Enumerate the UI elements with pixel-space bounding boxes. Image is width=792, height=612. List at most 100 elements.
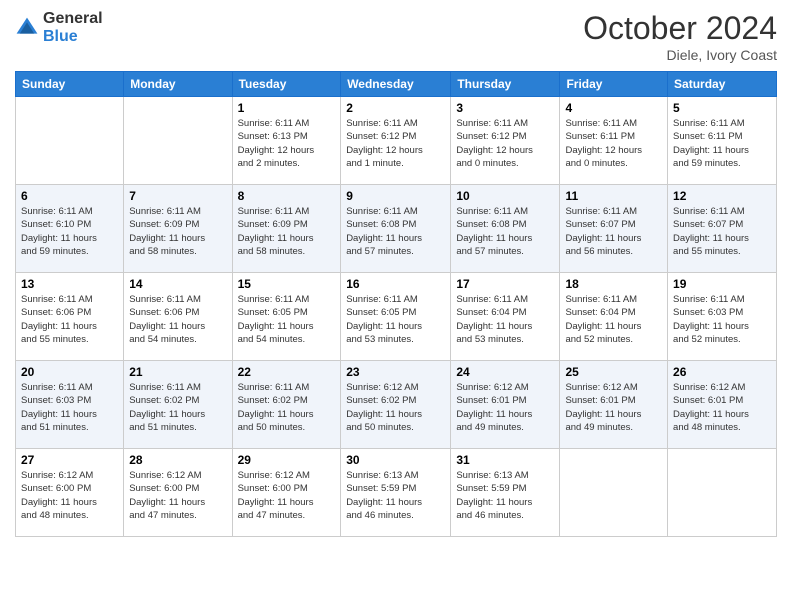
calendar-cell: 22 Sunrise: 6:11 AM Sunset: 6:02 PM Dayli… bbox=[232, 361, 341, 449]
title-block: October 2024 Diele, Ivory Coast bbox=[583, 10, 777, 63]
day-info: Sunrise: 6:11 AM Sunset: 6:04 PM Dayligh… bbox=[456, 293, 554, 346]
day-number: 26 bbox=[673, 365, 771, 379]
day-info: Sunrise: 6:11 AM Sunset: 6:10 PM Dayligh… bbox=[21, 205, 118, 258]
day-info: Sunrise: 6:11 AM Sunset: 6:11 PM Dayligh… bbox=[673, 117, 771, 170]
calendar-cell: 13 Sunrise: 6:11 AM Sunset: 6:06 PM Dayli… bbox=[16, 273, 124, 361]
calendar-week-row: 1 Sunrise: 6:11 AM Sunset: 6:13 PM Daylig… bbox=[16, 97, 777, 185]
calendar-cell: 27 Sunrise: 6:12 AM Sunset: 6:00 PM Dayli… bbox=[16, 449, 124, 537]
calendar-cell: 5 Sunrise: 6:11 AM Sunset: 6:11 PM Daylig… bbox=[668, 97, 777, 185]
calendar-cell bbox=[16, 97, 124, 185]
day-info: Sunrise: 6:11 AM Sunset: 6:06 PM Dayligh… bbox=[21, 293, 118, 346]
header: General Blue October 2024 Diele, Ivory C… bbox=[15, 10, 777, 63]
calendar-week-row: 20Sunrise: 6:11 AM Sunset: 6:03 PM Dayli… bbox=[16, 361, 777, 449]
day-number: 1 bbox=[238, 101, 336, 115]
day-number: 29 bbox=[238, 453, 336, 467]
day-number: 12 bbox=[673, 189, 771, 203]
col-tuesday: Tuesday bbox=[232, 72, 341, 97]
day-info: Sunrise: 6:11 AM Sunset: 6:12 PM Dayligh… bbox=[456, 117, 554, 170]
calendar-cell: 16Sunrise: 6:11 AM Sunset: 6:05 PM Dayli… bbox=[341, 273, 451, 361]
calendar-cell: 30Sunrise: 6:13 AM Sunset: 5:59 PM Dayli… bbox=[341, 449, 451, 537]
calendar-cell: 15 Sunrise: 6:11 AM Sunset: 6:05 PM Dayli… bbox=[232, 273, 341, 361]
calendar-cell: 3 Sunrise: 6:11 AM Sunset: 6:12 PM Daylig… bbox=[451, 97, 560, 185]
logo-icon bbox=[15, 16, 39, 40]
calendar-cell: 21 Sunrise: 6:11 AM Sunset: 6:02 PM Dayli… bbox=[124, 361, 232, 449]
day-number: 15 bbox=[238, 277, 336, 291]
day-number: 9 bbox=[346, 189, 445, 203]
day-number: 14 bbox=[129, 277, 226, 291]
day-number: 16 bbox=[346, 277, 445, 291]
calendar-cell: 18 Sunrise: 6:11 AM Sunset: 6:04 PM Dayli… bbox=[560, 273, 668, 361]
col-saturday: Saturday bbox=[668, 72, 777, 97]
calendar-cell: 25Sunrise: 6:12 AM Sunset: 6:01 PM Dayli… bbox=[560, 361, 668, 449]
day-info: Sunrise: 6:11 AM Sunset: 6:07 PM Dayligh… bbox=[565, 205, 662, 258]
day-info: Sunrise: 6:11 AM Sunset: 6:08 PM Dayligh… bbox=[456, 205, 554, 258]
day-number: 24 bbox=[456, 365, 554, 379]
day-info: Sunrise: 6:13 AM Sunset: 5:59 PM Dayligh… bbox=[456, 469, 554, 522]
col-thursday: Thursday bbox=[451, 72, 560, 97]
calendar-cell: 17 Sunrise: 6:11 AM Sunset: 6:04 PM Dayli… bbox=[451, 273, 560, 361]
day-number: 3 bbox=[456, 101, 554, 115]
month-title: October 2024 bbox=[583, 10, 777, 47]
day-number: 13 bbox=[21, 277, 118, 291]
calendar-cell: 1 Sunrise: 6:11 AM Sunset: 6:13 PM Daylig… bbox=[232, 97, 341, 185]
day-info: Sunrise: 6:11 AM Sunset: 6:02 PM Dayligh… bbox=[238, 381, 336, 434]
day-number: 5 bbox=[673, 101, 771, 115]
day-info: Sunrise: 6:11 AM Sunset: 6:02 PM Dayligh… bbox=[129, 381, 226, 434]
day-info: Sunrise: 6:11 AM Sunset: 6:11 PM Dayligh… bbox=[565, 117, 662, 170]
col-monday: Monday bbox=[124, 72, 232, 97]
col-sunday: Sunday bbox=[16, 72, 124, 97]
calendar-cell bbox=[124, 97, 232, 185]
calendar-cell: 11 Sunrise: 6:11 AM Sunset: 6:07 PM Dayli… bbox=[560, 185, 668, 273]
day-number: 17 bbox=[456, 277, 554, 291]
calendar-cell: 8 Sunrise: 6:11 AM Sunset: 6:09 PM Daylig… bbox=[232, 185, 341, 273]
calendar-cell: 2Sunrise: 6:11 AM Sunset: 6:12 PM Daylig… bbox=[341, 97, 451, 185]
calendar-cell: 26 Sunrise: 6:12 AM Sunset: 6:01 PM Dayli… bbox=[668, 361, 777, 449]
day-info: Sunrise: 6:12 AM Sunset: 6:02 PM Dayligh… bbox=[346, 381, 445, 434]
day-number: 4 bbox=[565, 101, 662, 115]
day-info: Sunrise: 6:11 AM Sunset: 6:06 PM Dayligh… bbox=[129, 293, 226, 346]
day-info: Sunrise: 6:12 AM Sunset: 6:00 PM Dayligh… bbox=[129, 469, 226, 522]
day-info: Sunrise: 6:11 AM Sunset: 6:09 PM Dayligh… bbox=[238, 205, 336, 258]
calendar-cell: 23Sunrise: 6:12 AM Sunset: 6:02 PM Dayli… bbox=[341, 361, 451, 449]
col-friday: Friday bbox=[560, 72, 668, 97]
day-info: Sunrise: 6:12 AM Sunset: 6:01 PM Dayligh… bbox=[456, 381, 554, 434]
day-number: 2 bbox=[346, 101, 445, 115]
day-number: 27 bbox=[21, 453, 118, 467]
calendar-cell: 20Sunrise: 6:11 AM Sunset: 6:03 PM Dayli… bbox=[16, 361, 124, 449]
day-number: 7 bbox=[129, 189, 226, 203]
calendar-cell: 19 Sunrise: 6:11 AM Sunset: 6:03 PM Dayli… bbox=[668, 273, 777, 361]
day-number: 22 bbox=[238, 365, 336, 379]
logo-text: General Blue bbox=[43, 10, 103, 45]
day-info: Sunrise: 6:11 AM Sunset: 6:07 PM Dayligh… bbox=[673, 205, 771, 258]
day-info: Sunrise: 6:11 AM Sunset: 6:13 PM Dayligh… bbox=[238, 117, 336, 170]
day-info: Sunrise: 6:11 AM Sunset: 6:04 PM Dayligh… bbox=[565, 293, 662, 346]
day-number: 11 bbox=[565, 189, 662, 203]
calendar-cell bbox=[668, 449, 777, 537]
day-info: Sunrise: 6:12 AM Sunset: 6:00 PM Dayligh… bbox=[21, 469, 118, 522]
day-info: Sunrise: 6:11 AM Sunset: 6:03 PM Dayligh… bbox=[21, 381, 118, 434]
day-info: Sunrise: 6:11 AM Sunset: 6:03 PM Dayligh… bbox=[673, 293, 771, 346]
day-number: 6 bbox=[21, 189, 118, 203]
calendar-cell: 29Sunrise: 6:12 AM Sunset: 6:00 PM Dayli… bbox=[232, 449, 341, 537]
calendar-cell: 28Sunrise: 6:12 AM Sunset: 6:00 PM Dayli… bbox=[124, 449, 232, 537]
day-info: Sunrise: 6:12 AM Sunset: 6:01 PM Dayligh… bbox=[673, 381, 771, 434]
calendar-cell: 6 Sunrise: 6:11 AM Sunset: 6:10 PM Daylig… bbox=[16, 185, 124, 273]
day-number: 8 bbox=[238, 189, 336, 203]
day-info: Sunrise: 6:11 AM Sunset: 6:05 PM Dayligh… bbox=[238, 293, 336, 346]
day-number: 19 bbox=[673, 277, 771, 291]
page: General Blue October 2024 Diele, Ivory C… bbox=[0, 0, 792, 612]
calendar-cell: 4 Sunrise: 6:11 AM Sunset: 6:11 PM Daylig… bbox=[560, 97, 668, 185]
calendar-cell: 31 Sunrise: 6:13 AM Sunset: 5:59 PM Dayli… bbox=[451, 449, 560, 537]
calendar-week-row: 6 Sunrise: 6:11 AM Sunset: 6:10 PM Daylig… bbox=[16, 185, 777, 273]
logo: General Blue bbox=[15, 10, 103, 45]
calendar-header-row: Sunday Monday Tuesday Wednesday Thursday… bbox=[16, 72, 777, 97]
day-number: 18 bbox=[565, 277, 662, 291]
calendar-week-row: 27 Sunrise: 6:12 AM Sunset: 6:00 PM Dayli… bbox=[16, 449, 777, 537]
calendar-cell: 7Sunrise: 6:11 AM Sunset: 6:09 PM Daylig… bbox=[124, 185, 232, 273]
day-number: 31 bbox=[456, 453, 554, 467]
day-number: 25 bbox=[565, 365, 662, 379]
col-wednesday: Wednesday bbox=[341, 72, 451, 97]
calendar-cell bbox=[560, 449, 668, 537]
day-number: 21 bbox=[129, 365, 226, 379]
location: Diele, Ivory Coast bbox=[583, 47, 777, 63]
